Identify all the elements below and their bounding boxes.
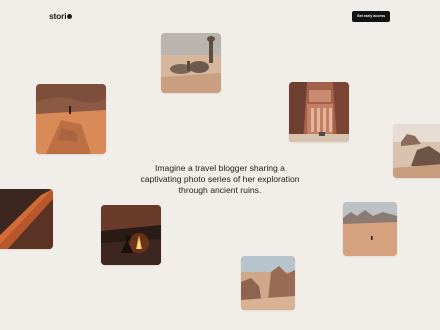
- photo-campfire: [101, 205, 161, 265]
- photo-rocky-outcrops: [393, 124, 440, 178]
- logo-dot-icon: [66, 14, 72, 19]
- photo-hiker-on-rock: [36, 84, 106, 154]
- photo-red-dune: [0, 189, 53, 249]
- photo-canyon-rocks: [241, 256, 295, 310]
- photo-carved-facade: [289, 82, 349, 142]
- photo-lone-figure-desert: [343, 202, 397, 256]
- get-early-access-button[interactable]: Get early access: [352, 11, 390, 22]
- logo-text: stori: [49, 11, 67, 21]
- logo[interactable]: stori: [49, 11, 72, 21]
- photo-camels: [161, 33, 221, 93]
- hero-text: Imagine a travel blogger sharing a capti…: [140, 162, 300, 195]
